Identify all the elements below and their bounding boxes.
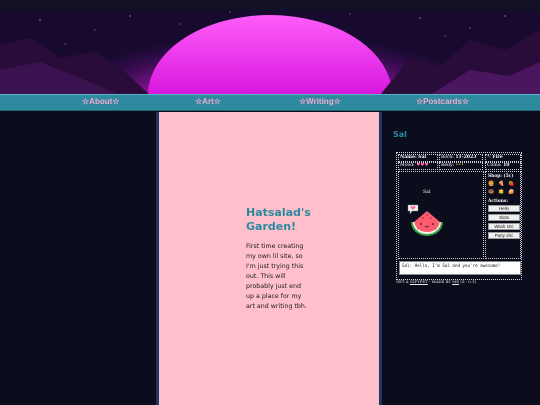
gifypet-link[interactable]: GIFYPET — [410, 279, 428, 284]
page-title: Hatsalad's Garden! — [246, 206, 311, 233]
pet-born-cell: Born: 11-2023 — [439, 154, 483, 162]
pet-stage: Sal — [398, 171, 484, 259]
intro-text: First time creating my own lil site, so … — [246, 243, 307, 310]
food-star-icon[interactable]: 🌟 — [498, 189, 504, 195]
shop-label: Shop: (5c) — [488, 174, 514, 179]
main-nav: ☆About☆ ☆Art☆ ☆Writing☆ ☆Postcards☆ — [0, 94, 540, 111]
widget-credit: GET A GIFYPET - MADE BY ME (S - 0.1) — [396, 279, 476, 284]
nav-link-art[interactable]: ☆Art☆ — [195, 97, 221, 106]
pet-section-title: Sal — [393, 130, 407, 139]
synthwave-sun-illustration — [0, 5, 540, 95]
nav-link-writing[interactable]: ☆Writing☆ — [299, 97, 341, 106]
nav-link-about[interactable]: ☆About☆ — [82, 97, 119, 106]
food-donut-icon[interactable]: 🍩 — [488, 189, 494, 195]
left-sidebar — [0, 112, 156, 405]
pet-chat-box: Sal: Hello, I'm Sal and you're awesome! — [399, 261, 521, 275]
main-content: Hatsalad's Garden! First time creating m… — [156, 112, 382, 405]
pet-belly-cell: Belly: ••• — [439, 162, 483, 170]
watermelon-slice-icon[interactable] — [409, 210, 445, 238]
pet-stage-name: Sal — [423, 190, 431, 195]
slots-button[interactable]: Slots — [488, 214, 520, 221]
hello-button[interactable]: Hello — [488, 205, 520, 212]
pet-type-cell: *: Fire — [485, 154, 521, 162]
food-burger-icon[interactable]: 🍔 — [488, 181, 494, 187]
author-link[interactable]: ME — [452, 279, 459, 284]
pet-name-cell: Name: Sal — [398, 154, 438, 162]
food-cake-icon[interactable]: 🍰 — [508, 189, 514, 195]
party-button[interactable]: Party 20c — [488, 232, 520, 239]
pet-shop: Shop: (5c) 🍔 🍕 🍓 🍩 🌟 🍰 Actions: Hello Sl… — [485, 171, 521, 259]
actions-label: Actions: — [488, 199, 508, 204]
wash-button[interactable]: Wash 10c — [488, 223, 520, 230]
pet-coins-cell: Coins: 10 — [485, 162, 521, 170]
right-sidebar: Sal Name: Sal Born: 11-2023 *: Fire Mood… — [382, 112, 540, 405]
food-pizza-icon[interactable]: 🍕 — [498, 181, 504, 187]
virtual-pet-widget: Name: Sal Born: 11-2023 *: Fire Mood: ♥♥… — [396, 152, 522, 280]
header-banner — [0, 0, 540, 95]
food-strawberry-icon[interactable]: 🍓 — [508, 181, 514, 187]
nav-link-postcards[interactable]: ☆Postcards☆ — [416, 97, 469, 106]
pet-mood-cell: Mood: ♥♥♥ — [398, 162, 438, 170]
